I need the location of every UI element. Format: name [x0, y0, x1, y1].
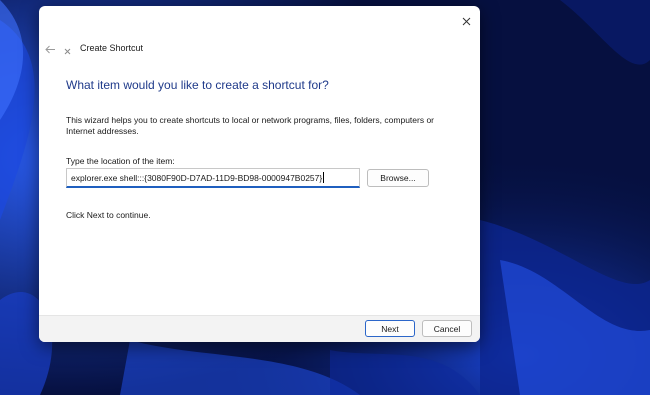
- create-shortcut-dialog: Create Shortcut What item would you like…: [39, 6, 480, 342]
- cancel-button[interactable]: Cancel: [422, 320, 472, 337]
- location-label: Type the location of the item:: [66, 156, 175, 166]
- back-button[interactable]: [43, 42, 57, 56]
- next-button[interactable]: Next: [365, 320, 415, 337]
- wizard-heading: What item would you like to create a sho…: [66, 78, 329, 92]
- browse-button[interactable]: Browse...: [367, 169, 429, 187]
- location-input[interactable]: explorer.exe shell:::{3080F90D-D7AD-11D9…: [66, 168, 360, 188]
- dialog-title: Create Shortcut: [80, 43, 144, 53]
- close-icon: [462, 17, 470, 25]
- wizard-description: This wizard helps you to create shortcut…: [66, 115, 435, 136]
- location-input-value: explorer.exe shell:::{3080F90D-D7AD-11D9…: [71, 172, 323, 183]
- close-button[interactable]: [452, 6, 480, 36]
- dialog-footer: Next Cancel: [39, 315, 480, 342]
- back-arrow-icon: [44, 45, 55, 53]
- continue-instruction: Click Next to continue.: [66, 210, 151, 220]
- text-caret: [323, 172, 325, 183]
- shortcut-app-icon: [63, 47, 71, 55]
